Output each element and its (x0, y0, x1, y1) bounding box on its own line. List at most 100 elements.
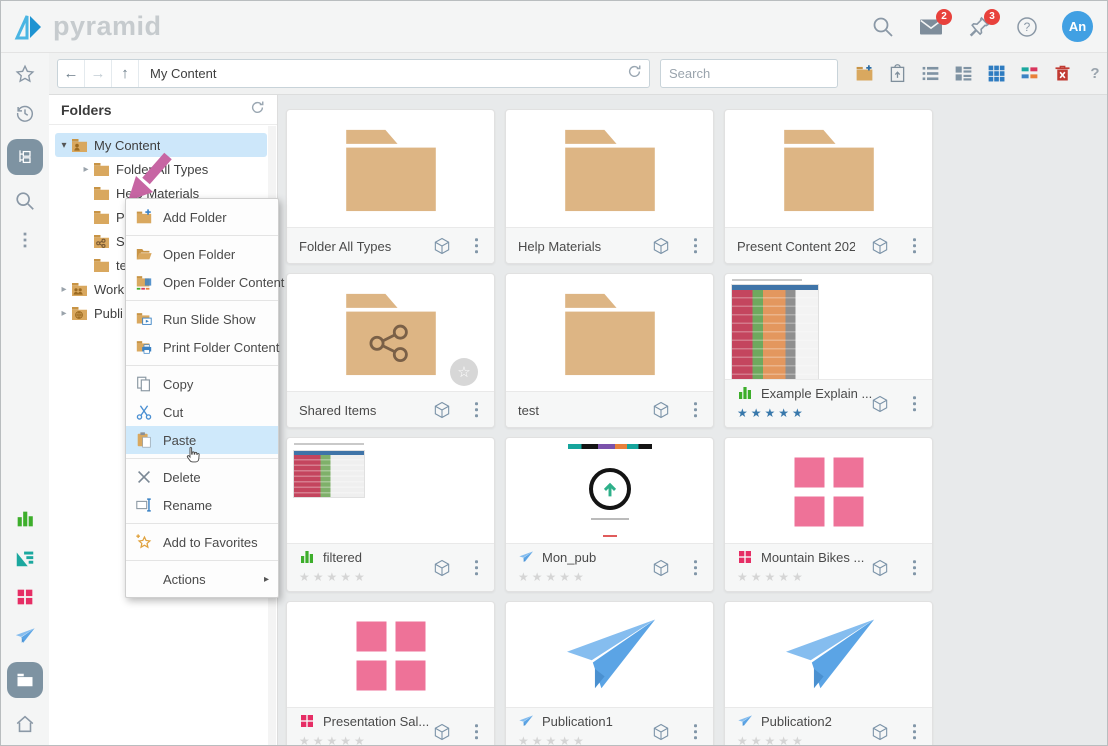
breadcrumb-refresh-icon[interactable] (627, 64, 642, 84)
rail-item-history[interactable] (12, 100, 38, 126)
tree-caret[interactable]: ▸ (57, 284, 71, 295)
menu-item-label: Cut (163, 405, 183, 420)
rail-item-publish[interactable] (12, 623, 38, 649)
menu-item-cut[interactable]: Cut (126, 398, 278, 426)
tile-mon-pub[interactable]: Mon_pub★★★★★ (505, 437, 714, 592)
tree-caret[interactable]: ▾ (57, 140, 71, 151)
tile-footer: Publication2★★★★★ (725, 707, 932, 745)
tile-publication1[interactable]: Publication1★★★★★ (505, 601, 714, 745)
toolbar-list-view-icon[interactable] (918, 62, 942, 86)
data-model-cube-icon[interactable] (870, 722, 890, 742)
favorite-star-badge[interactable]: ☆ (450, 358, 478, 386)
folder-user-icon (71, 138, 88, 153)
toolbar-details-view-icon[interactable] (951, 62, 975, 86)
rail-item-present[interactable] (12, 545, 38, 571)
tile-footer: Publication1★★★★★ (506, 707, 713, 745)
tile-menu-dots-icon[interactable] (694, 560, 698, 576)
toolbar-paste-clipboard-icon[interactable] (885, 62, 909, 86)
menu-item-open-folder[interactable]: Open Folder (126, 240, 278, 268)
tile-menu-dots-icon[interactable] (475, 402, 479, 418)
user-avatar[interactable]: An (1062, 11, 1093, 42)
data-model-cube-icon[interactable] (651, 558, 671, 578)
toolbar-grid-view-icon[interactable] (984, 62, 1008, 86)
tile-example-explain-[interactable]: Example Explain ...★★★★★ (724, 273, 933, 428)
tile-menu-dots-icon[interactable] (694, 238, 698, 254)
data-model-cube-icon[interactable] (651, 236, 671, 256)
menu-item-add-to-favorites[interactable]: Add to Favorites (126, 528, 278, 556)
menu-item-open-folder-content[interactable]: Open Folder Content (126, 268, 278, 296)
tile-test[interactable]: test (505, 273, 714, 428)
tree-item-label: My Content (94, 138, 160, 153)
rail-item-discover[interactable] (12, 506, 38, 532)
menu-item-copy[interactable]: Copy (126, 370, 278, 398)
brand-wordmark: pyramid (53, 11, 162, 42)
tile-menu-dots-icon[interactable] (694, 724, 698, 740)
rail-item-more[interactable] (12, 227, 38, 253)
tile-help-materials[interactable]: Help Materials (505, 109, 714, 264)
menu-item-run-slide-show[interactable]: Run Slide Show (126, 305, 278, 333)
tile-thumbnail (506, 274, 713, 393)
tile-publication2[interactable]: Publication2★★★★★ (724, 601, 933, 745)
tile-shared-items[interactable]: ☆Shared Items (286, 273, 495, 428)
global-search-icon[interactable] (870, 14, 896, 40)
tile-menu-dots-icon[interactable] (913, 396, 917, 412)
rail-item-illustrate[interactable] (12, 584, 38, 610)
rail-item-favorites[interactable] (12, 61, 38, 87)
data-model-cube-icon[interactable] (651, 400, 671, 420)
tile-footer: Mon_pub★★★★★ (506, 543, 713, 591)
menu-item-paste[interactable]: Paste (126, 426, 278, 454)
tile-menu-dots-icon[interactable] (913, 238, 917, 254)
data-model-cube-icon[interactable] (870, 394, 890, 414)
data-model-cube-icon[interactable] (432, 236, 452, 256)
toolbar-recycle-bin-icon[interactable] (1050, 62, 1074, 86)
folders-refresh-icon[interactable] (250, 100, 265, 120)
messages-icon[interactable]: 2 (918, 14, 944, 40)
tile-mountain-bikes-[interactable]: Mountain Bikes ...★★★★★ (724, 437, 933, 592)
help-icon[interactable]: ? (1014, 14, 1040, 40)
search-input[interactable] (661, 66, 853, 81)
toolbar-help[interactable]: ? (1083, 62, 1107, 86)
rail-item-home[interactable] (12, 711, 38, 737)
menu-item-add-folder[interactable]: Add Folder (126, 203, 278, 231)
tree-caret[interactable]: ▸ (57, 308, 71, 319)
rail-item-content[interactable] (7, 662, 43, 698)
discover-type-icon (737, 385, 753, 401)
tile-menu-dots-icon[interactable] (913, 724, 917, 740)
tree-item-folder-all-types[interactable]: ▸Folder All Types (55, 157, 267, 181)
m-cut-icon (135, 403, 153, 421)
data-model-cube-icon[interactable] (432, 722, 452, 742)
data-model-cube-icon[interactable] (870, 236, 890, 256)
up-button[interactable]: ↑ (112, 60, 139, 87)
toolbar-add-folder-icon[interactable] (852, 62, 876, 86)
menu-item-delete[interactable]: Delete (126, 463, 278, 491)
rail-item-content-explorer[interactable] (7, 139, 43, 175)
tile-menu-dots-icon[interactable] (475, 724, 479, 740)
folder-icon (93, 210, 110, 225)
menu-item-actions[interactable]: Actions▸ (126, 565, 278, 593)
menu-item-print-folder-content[interactable]: Print Folder Content (126, 333, 278, 361)
rating-stars: ★★★★★ (506, 734, 713, 745)
data-model-cube-icon[interactable] (432, 400, 452, 420)
tile-menu-dots-icon[interactable] (475, 560, 479, 576)
rail-item-search[interactable] (12, 188, 38, 214)
data-model-cube-icon[interactable] (432, 558, 452, 578)
data-model-cube-icon[interactable] (651, 722, 671, 742)
data-model-cube-icon[interactable] (870, 558, 890, 578)
tree-caret[interactable]: ▸ (79, 164, 93, 175)
tile-menu-dots-icon[interactable] (475, 238, 479, 254)
context-menu: Add Folder Open FolderOpen Folder Content… (125, 198, 279, 598)
notifications-pin-icon[interactable]: 3 (966, 14, 992, 40)
tile-menu-dots-icon[interactable] (694, 402, 698, 418)
toolbar-tags-icon[interactable] (1017, 62, 1041, 86)
tree-item-my-content[interactable]: ▾ My Content (55, 133, 267, 157)
search-field[interactable] (660, 59, 838, 88)
breadcrumb-field[interactable]: ← → ↑ My Content (57, 59, 650, 88)
tile-filtered[interactable]: filtered★★★★★ (286, 437, 495, 592)
tile-presentation-sal-[interactable]: Presentation Sal...★★★★★ (286, 601, 495, 745)
menu-item-rename[interactable]: Rename (126, 491, 278, 519)
tile-present-content-202-[interactable]: Present Content 202... (724, 109, 933, 264)
tile-folder-all-types[interactable]: Folder All Types (286, 109, 495, 264)
tile-menu-dots-icon[interactable] (913, 560, 917, 576)
forward-button[interactable]: → (85, 60, 112, 87)
back-button[interactable]: ← (58, 60, 85, 87)
